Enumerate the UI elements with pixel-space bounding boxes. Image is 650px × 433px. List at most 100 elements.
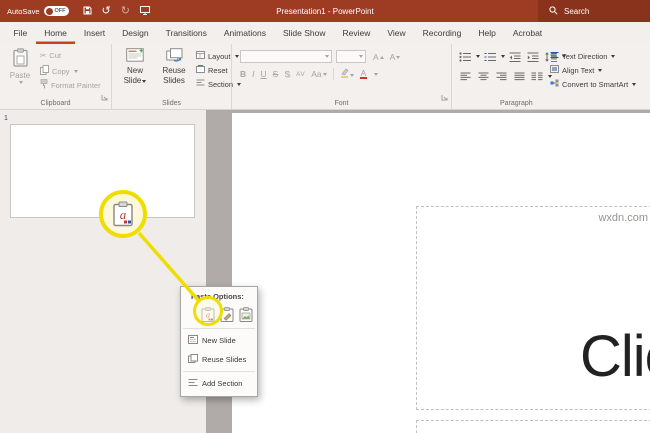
new-slide-item-label: New Slide (202, 336, 236, 345)
bold-button[interactable]: B (240, 69, 246, 79)
font-size-combo[interactable] (336, 50, 366, 63)
add-section-item-label: Add Section (202, 379, 243, 388)
format-painter-icon (40, 79, 48, 91)
tab-transitions[interactable]: Transitions (157, 22, 215, 44)
paste-clipboard-icon (12, 48, 28, 70)
chevron-down-icon[interactable] (501, 55, 505, 58)
reuse-slides-icon (188, 354, 198, 365)
increase-indent-button[interactable] (525, 50, 541, 63)
titlebar: AutoSave OFF ↺ ↻ Presentation1 - PowerPo… (0, 0, 650, 22)
text-direction-button[interactable]: Text Direction (550, 51, 616, 61)
chevron-down-icon[interactable] (548, 75, 552, 78)
chevron-down-icon[interactable] (476, 55, 480, 58)
search-label: Search (564, 6, 590, 16)
chevron-down-icon (322, 73, 327, 77)
new-slide-label-1: New (126, 65, 143, 75)
tab-view[interactable]: View (379, 22, 414, 44)
highlighter-pen-icon (340, 68, 349, 78)
bullets-button[interactable] (457, 50, 473, 63)
chevron-down-icon (598, 68, 603, 72)
autosave-state: OFF (54, 8, 66, 14)
section-icon (196, 79, 205, 89)
slide-number: 1 (4, 115, 8, 122)
autosave-toggle[interactable]: AutoSave OFF (7, 6, 69, 16)
tab-acrobat[interactable]: Acrobat (504, 22, 550, 44)
search-icon (549, 5, 558, 17)
new-slide-button[interactable]: New Slide (118, 48, 152, 86)
italic-button[interactable]: I (252, 69, 254, 79)
align-left-button[interactable] (457, 70, 473, 83)
redo-icon[interactable]: ↻ (121, 5, 130, 17)
character-spacing-button[interactable]: AV (296, 71, 305, 78)
layout-icon (196, 51, 205, 61)
tab-animations[interactable]: Animations (215, 22, 274, 44)
autosave-toggle-pill[interactable]: OFF (43, 6, 69, 16)
menu-item-add-section[interactable]: Add Section (181, 374, 257, 393)
font-color-button[interactable]: A (359, 69, 368, 80)
change-case-button[interactable]: Aa (311, 69, 327, 79)
justify-button[interactable] (511, 70, 527, 83)
tab-home[interactable]: Home (36, 22, 76, 44)
chevron-down-icon (632, 82, 637, 86)
tab-review[interactable]: Review (334, 22, 379, 44)
chevron-down-icon (611, 54, 616, 58)
columns-button[interactable] (529, 70, 545, 83)
add-section-icon (188, 378, 198, 389)
tab-file[interactable]: File (5, 22, 36, 44)
tab-insert[interactable]: Insert (75, 22, 113, 44)
menu-item-new-slide[interactable]: New Slide (181, 331, 257, 350)
divider (332, 68, 334, 80)
reuse-slides-button[interactable]: Reuse Slides (156, 48, 192, 86)
chevron-down-icon (359, 55, 363, 58)
save-icon[interactable] (83, 2, 92, 20)
shrink-font-button[interactable]: A (390, 52, 401, 62)
format-painter-button[interactable]: Format Painter (40, 79, 101, 91)
grow-font-button[interactable]: A (373, 52, 384, 62)
text-shadow-button[interactable]: S (284, 69, 290, 79)
align-center-button[interactable] (475, 70, 491, 83)
font-group-label: Font (334, 100, 349, 107)
paste-button[interactable]: Paste (5, 48, 35, 85)
tab-recording[interactable]: Recording (414, 22, 470, 44)
search-box[interactable]: Search (538, 0, 650, 22)
align-text-button[interactable]: Align Text (550, 65, 603, 75)
slide-title-text[interactable]: Clic (580, 323, 650, 390)
reset-button[interactable]: Reset (196, 65, 228, 75)
slide-thumbnail-panel: 1 (0, 110, 206, 433)
scissors-icon: ✂ (40, 51, 47, 60)
tab-help[interactable]: Help (470, 22, 504, 44)
svg-text:a: a (120, 207, 127, 222)
tab-slide-show[interactable]: Slide Show (274, 22, 334, 44)
paragraph-group-label: Paragraph (500, 100, 533, 107)
new-slide-label-2: Slide (124, 76, 147, 86)
copy-button[interactable]: Copy (40, 65, 78, 77)
undo-icon[interactable]: ↺ (102, 5, 111, 17)
tab-design[interactable]: Design (114, 22, 157, 44)
watermark: wxdn.com (598, 212, 648, 224)
numbering-button[interactable] (482, 50, 498, 63)
cut-button[interactable]: ✂ Cut (40, 51, 61, 60)
smartart-icon (550, 79, 559, 89)
strikethrough-button[interactable]: S (273, 69, 279, 79)
font-format-row: B I U S S AV Aa A (240, 68, 379, 80)
start-slideshow-icon[interactable] (139, 2, 150, 20)
clipboard-group-label: Clipboard (40, 100, 71, 107)
powerpoint-window: AutoSave OFF ↺ ↻ Presentation1 - PowerPo… (0, 0, 650, 433)
arrow-up-icon (379, 56, 384, 60)
paste-options-indicator-icon[interactable]: a (112, 201, 134, 227)
align-text-label: Align Text (562, 65, 595, 75)
align-right-button[interactable] (493, 70, 509, 83)
font-name-combo[interactable] (240, 50, 332, 63)
chevron-down-icon (325, 55, 329, 58)
chevron-down-icon (142, 79, 147, 83)
ribbon: Paste ✂ Cut Copy Format Painter Clipboar… (0, 44, 650, 110)
current-slide[interactable]: Clic (232, 113, 650, 433)
menu-item-reuse-slides[interactable]: Reuse Slides (181, 350, 257, 369)
underline-button[interactable]: U (261, 69, 267, 79)
paste-as-picture-icon[interactable] (238, 306, 253, 322)
subtitle-placeholder[interactable] (416, 420, 650, 433)
highlight-color-button[interactable] (340, 68, 354, 80)
decrease-indent-button[interactable] (507, 50, 523, 63)
chevron-down-icon[interactable] (374, 72, 379, 76)
convert-smartart-button[interactable]: Convert to SmartArt (550, 79, 637, 89)
